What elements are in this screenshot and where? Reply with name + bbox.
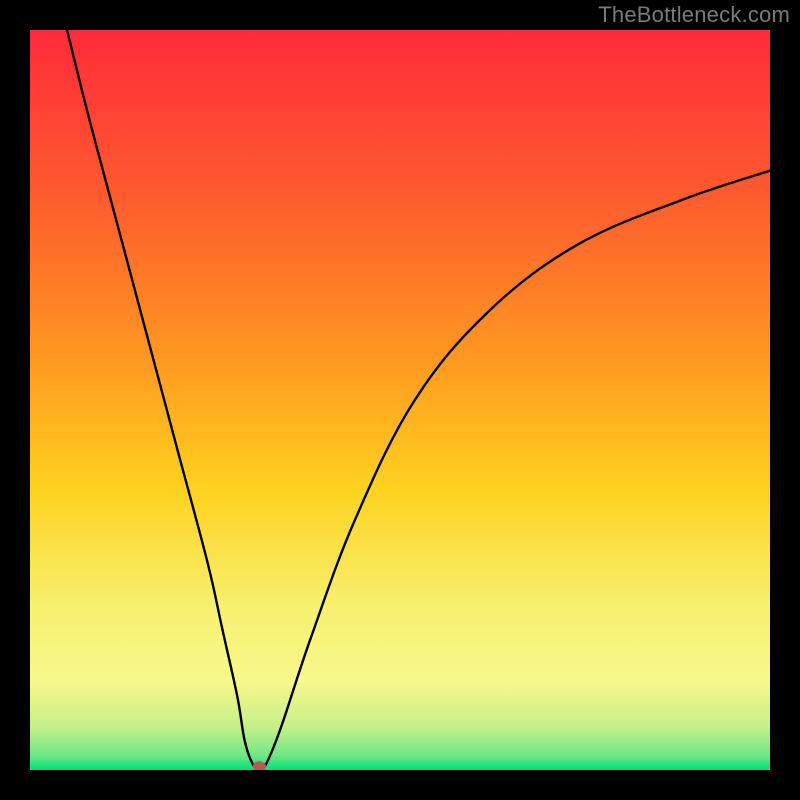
chart-svg xyxy=(30,30,770,770)
plot-area xyxy=(30,30,770,770)
bottleneck-curve xyxy=(67,30,770,770)
trough-marker xyxy=(253,761,266,770)
chart-frame: TheBottleneck.com xyxy=(0,0,800,800)
watermark-text: TheBottleneck.com xyxy=(598,2,790,28)
